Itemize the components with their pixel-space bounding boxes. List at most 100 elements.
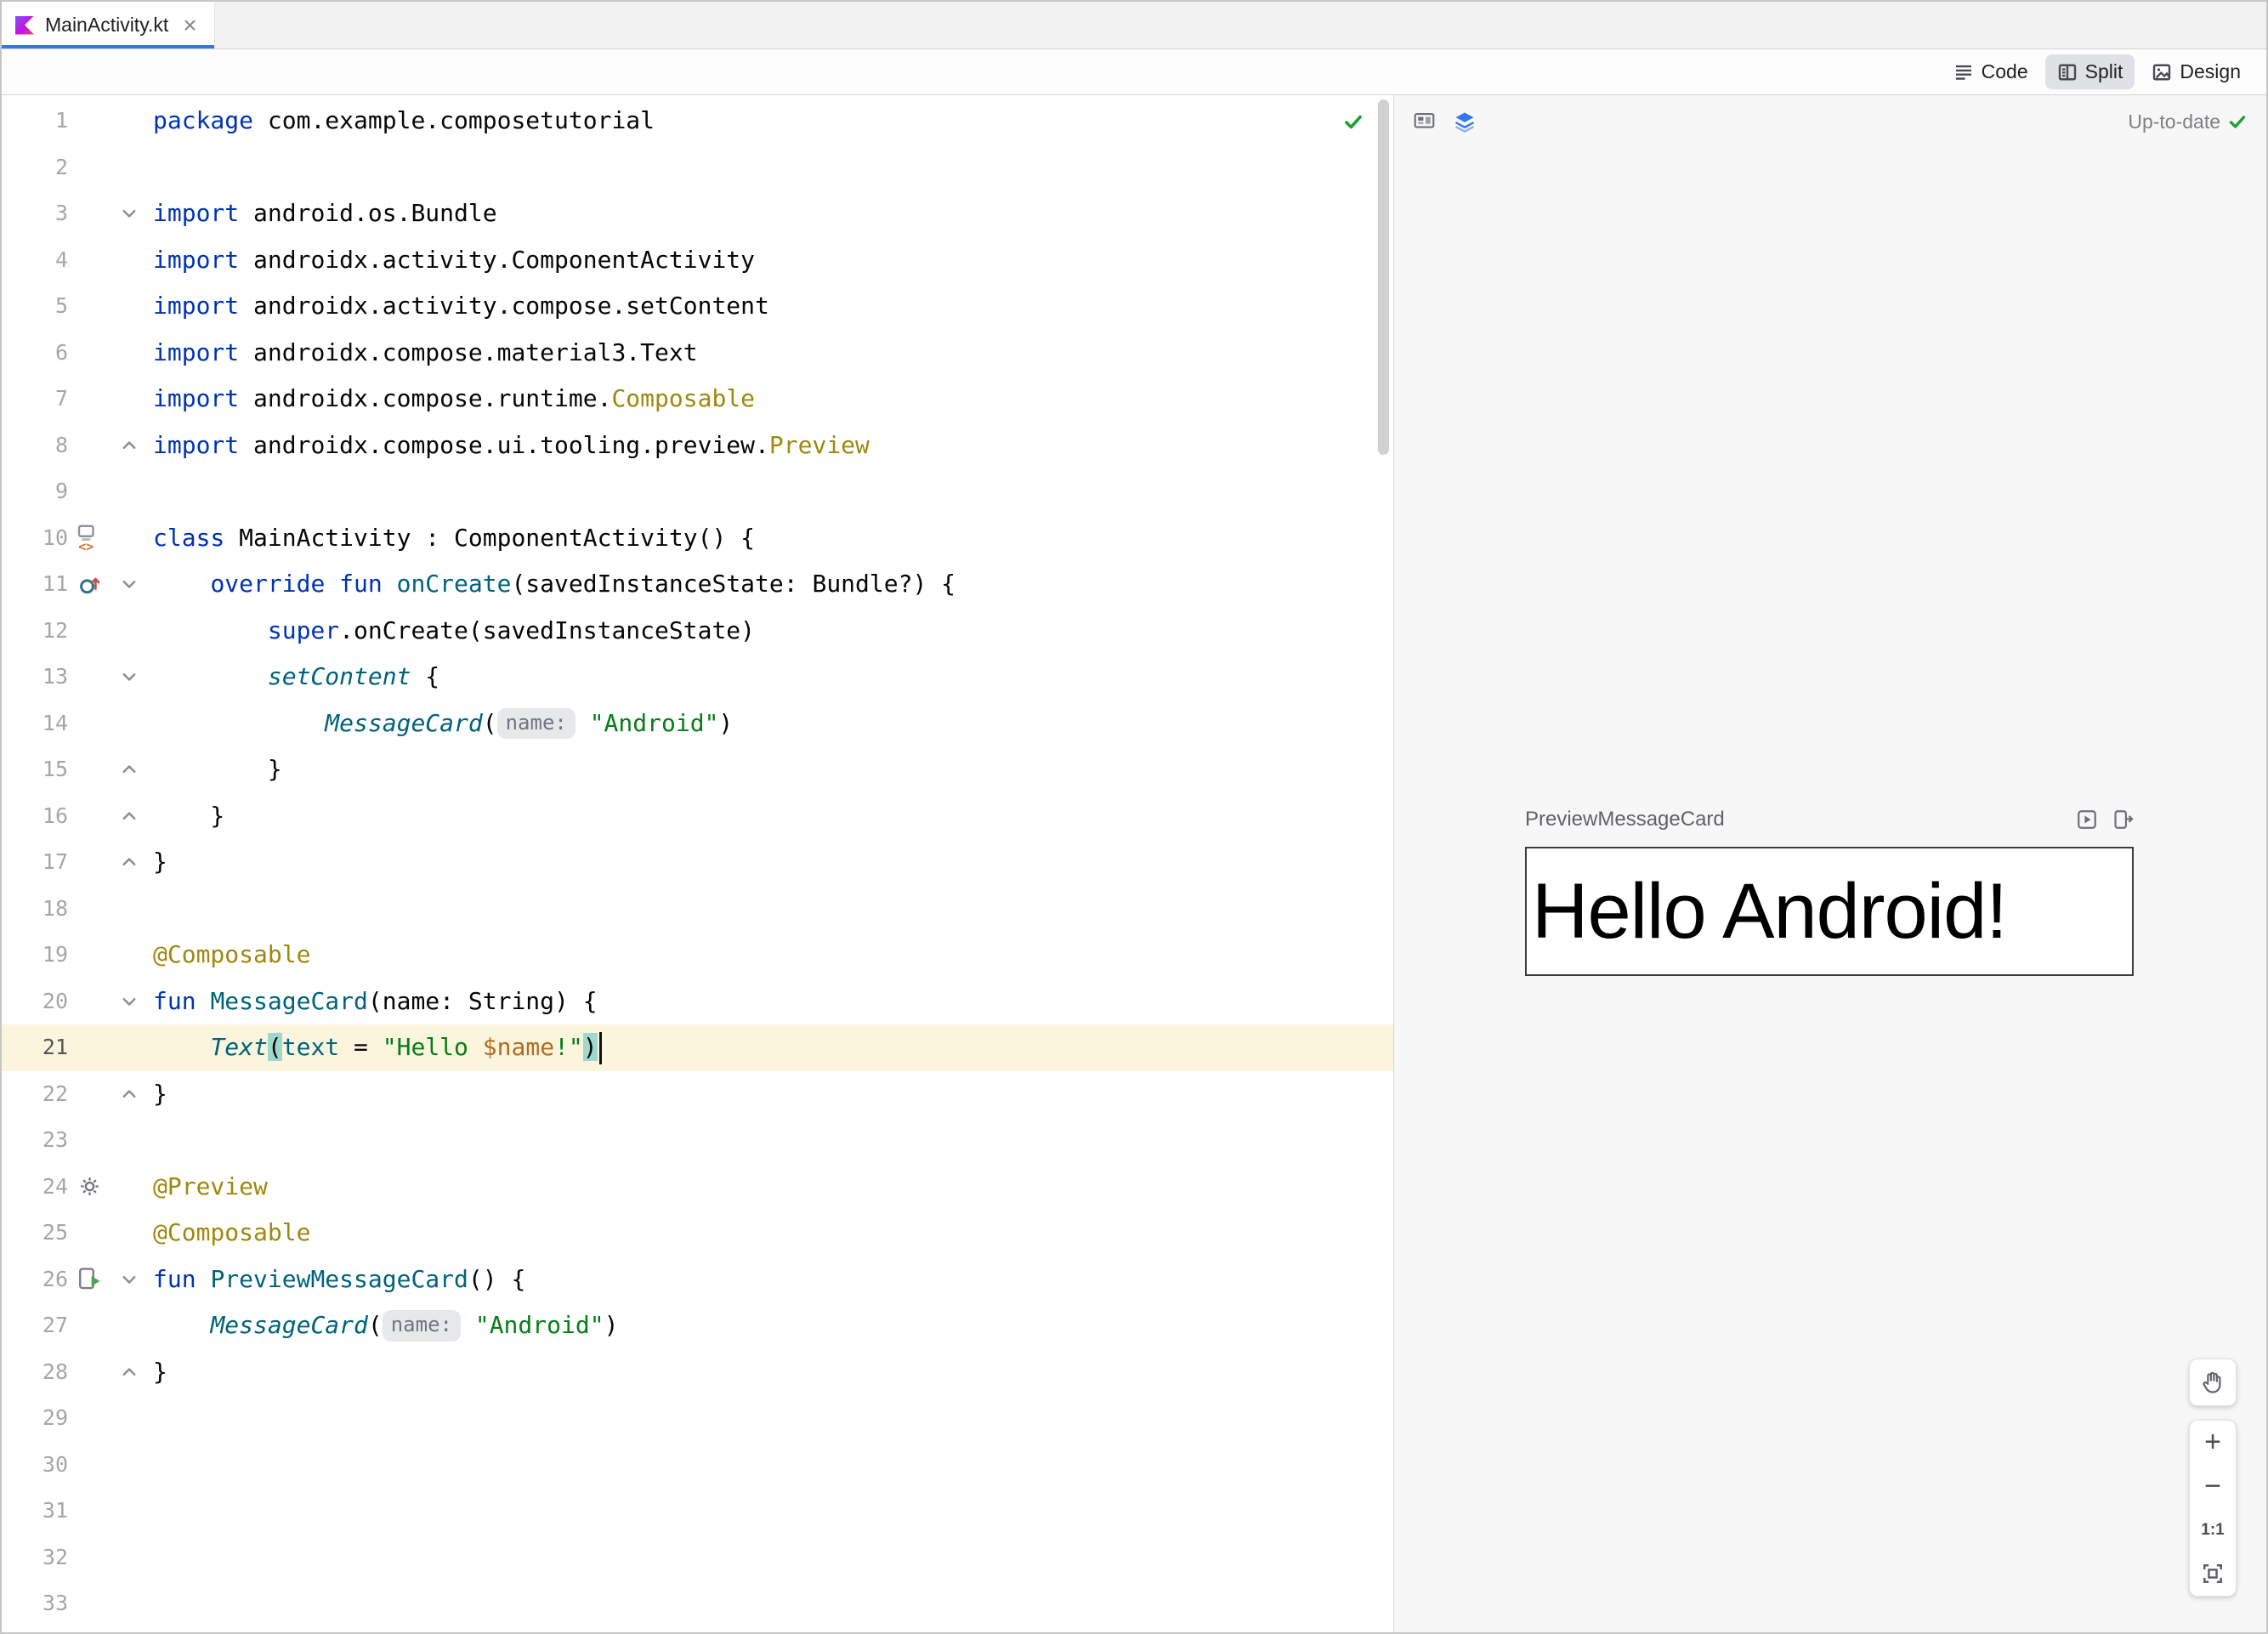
fold-up-icon[interactable] <box>111 793 148 840</box>
line-number[interactable]: 30 <box>2 1442 68 1489</box>
code-text[interactable]: } <box>148 793 1393 840</box>
code-text[interactable]: package com.example.composetutorial <box>148 98 1393 145</box>
code-line[interactable]: 11 override fun onCreate(savedInstanceSt… <box>2 561 1393 608</box>
line-number[interactable]: 2 <box>2 145 68 191</box>
code-text[interactable]: @Composable <box>148 1210 1393 1257</box>
line-number[interactable]: 11 <box>2 561 68 608</box>
line-number[interactable]: 25 <box>2 1210 68 1257</box>
code-text[interactable]: @Preview <box>148 1164 1393 1211</box>
code-text[interactable]: override fun onCreate(savedInstanceState… <box>148 561 1393 608</box>
code-text[interactable]: } <box>148 1349 1393 1396</box>
code-text[interactable]: import androidx.compose.ui.tooling.previ… <box>148 423 1393 469</box>
line-number[interactable]: 21 <box>2 1024 68 1071</box>
fold-down-icon[interactable] <box>111 190 148 237</box>
code-text[interactable]: fun PreviewMessageCard() { <box>148 1257 1393 1303</box>
code-editor[interactable]: 1 package com.example.composetutorial 2 3 im… <box>2 95 1394 1632</box>
code-text[interactable]: } <box>148 839 1393 886</box>
line-number[interactable]: 4 <box>2 237 68 284</box>
code-line[interactable]: 8 import androidx.compose.ui.tooling.prev… <box>2 423 1393 469</box>
code-text[interactable] <box>148 1488 1393 1535</box>
mode-split-button[interactable]: Split <box>2044 54 2135 89</box>
code-line[interactable]: 10 <> class MainActivity : ComponentActivi… <box>2 515 1393 562</box>
zoom-actual-size-button[interactable]: 1:1 <box>2190 1508 2236 1552</box>
code-text[interactable] <box>148 886 1393 933</box>
code-line[interactable]: 24 @Preview <box>2 1164 1393 1211</box>
code-text[interactable]: MessageCard(name: "Android") <box>148 1302 1393 1349</box>
preview-render-frame[interactable]: Hello Android! <box>1525 847 2134 976</box>
code-line[interactable]: 2 <box>2 145 1393 191</box>
code-line[interactable]: 1 package com.example.composetutorial <box>2 98 1393 145</box>
line-number[interactable]: 22 <box>2 1071 68 1118</box>
code-line[interactable]: 32 <box>2 1535 1393 1581</box>
code-text[interactable]: import android.os.Bundle <box>148 190 1393 237</box>
line-number[interactable]: 13 <box>2 654 68 701</box>
run-interactive-icon[interactable] <box>2076 808 2098 831</box>
code-line[interactable]: 30 <box>2 1442 1393 1489</box>
line-number[interactable]: 9 <box>2 468 68 515</box>
fold-up-icon[interactable] <box>111 1349 148 1396</box>
line-number[interactable]: 8 <box>2 423 68 469</box>
line-number[interactable]: 12 <box>2 608 68 655</box>
tab-mainactivity[interactable]: MainActivity.kt × <box>2 2 215 48</box>
code-line[interactable]: 31 <box>2 1488 1393 1535</box>
code-line[interactable]: 26 fun PreviewMessageCard() { <box>2 1257 1393 1303</box>
code-line[interactable]: 28} <box>2 1349 1393 1396</box>
code-text[interactable]: import androidx.activity.ComponentActivi… <box>148 237 1393 284</box>
code-line[interactable]: 33 <box>2 1580 1393 1627</box>
line-number[interactable]: 1 <box>2 98 68 145</box>
code-text[interactable]: import androidx.activity.compose.setCont… <box>148 283 1393 330</box>
line-number[interactable]: 16 <box>2 793 68 840</box>
code-text[interactable] <box>148 1535 1393 1581</box>
override-method-icon[interactable] <box>68 561 111 608</box>
code-line[interactable]: 25 @Composable <box>2 1210 1393 1257</box>
fold-up-icon[interactable] <box>111 746 148 793</box>
fold-down-icon[interactable] <box>111 979 148 1025</box>
code-line[interactable]: 19 @Composable <box>2 932 1393 979</box>
mode-design-button[interactable]: Design <box>2140 54 2253 89</box>
code-text[interactable] <box>148 1395 1393 1442</box>
line-number[interactable]: 7 <box>2 376 68 423</box>
layout-validation-icon[interactable] <box>1413 111 1436 133</box>
code-text[interactable]: import androidx.compose.runtime.Composab… <box>148 376 1393 423</box>
code-line[interactable]: 13 setContent { <box>2 654 1393 701</box>
fold-down-icon[interactable] <box>111 1257 148 1303</box>
code-line[interactable]: 4 import androidx.activity.ComponentActiv… <box>2 237 1393 284</box>
code-line[interactable]: 6 import androidx.compose.material3.Text <box>2 330 1393 377</box>
line-number[interactable]: 20 <box>2 979 68 1025</box>
code-line[interactable]: 27 MessageCard(name: "Android") <box>2 1302 1393 1349</box>
line-number[interactable]: 27 <box>2 1302 68 1349</box>
fold-up-icon[interactable] <box>111 1071 148 1118</box>
line-number[interactable]: 23 <box>2 1117 68 1164</box>
fold-down-icon[interactable] <box>111 654 148 701</box>
line-number[interactable]: 14 <box>2 701 68 747</box>
pan-tool-button[interactable] <box>2189 1359 2237 1406</box>
code-text[interactable] <box>148 1117 1393 1164</box>
gear-icon[interactable] <box>68 1164 111 1211</box>
line-number[interactable]: 34 <box>2 1627 68 1633</box>
code-line[interactable]: 7 import androidx.compose.runtime.Composa… <box>2 376 1393 423</box>
code-text[interactable]: import androidx.compose.material3.Text <box>148 330 1393 377</box>
code-text[interactable] <box>148 1580 1393 1627</box>
inspections-ok-icon[interactable] <box>1342 111 1364 133</box>
code-line[interactable]: 20 fun MessageCard(name: String) { <box>2 979 1393 1025</box>
code-line[interactable]: 17} <box>2 839 1393 886</box>
line-number[interactable]: 24 <box>2 1164 68 1211</box>
zoom-out-button[interactable]: − <box>2190 1465 2236 1509</box>
run-preview-icon[interactable] <box>68 1257 111 1303</box>
run-on-device-icon[interactable] <box>2112 808 2134 831</box>
code-text[interactable]: } <box>148 1071 1393 1118</box>
line-number[interactable]: 29 <box>2 1395 68 1442</box>
code-line[interactable]: 5 import androidx.activity.compose.setCon… <box>2 283 1393 330</box>
code-line[interactable]: 9 <box>2 468 1393 515</box>
line-number[interactable]: 6 <box>2 330 68 377</box>
code-text[interactable] <box>148 145 1393 191</box>
zoom-to-fit-button[interactable] <box>2190 1552 2236 1597</box>
code-line[interactable]: 23 <box>2 1117 1393 1164</box>
line-number[interactable]: 28 <box>2 1349 68 1396</box>
line-number[interactable]: 17 <box>2 839 68 886</box>
line-number[interactable]: 10 <box>2 515 68 562</box>
line-number[interactable]: 3 <box>2 190 68 237</box>
code-line[interactable]: 12 super.onCreate(savedInstanceState) <box>2 608 1393 655</box>
line-number[interactable]: 32 <box>2 1535 68 1581</box>
code-text[interactable]: MessageCard(name: "Android") <box>148 701 1393 747</box>
